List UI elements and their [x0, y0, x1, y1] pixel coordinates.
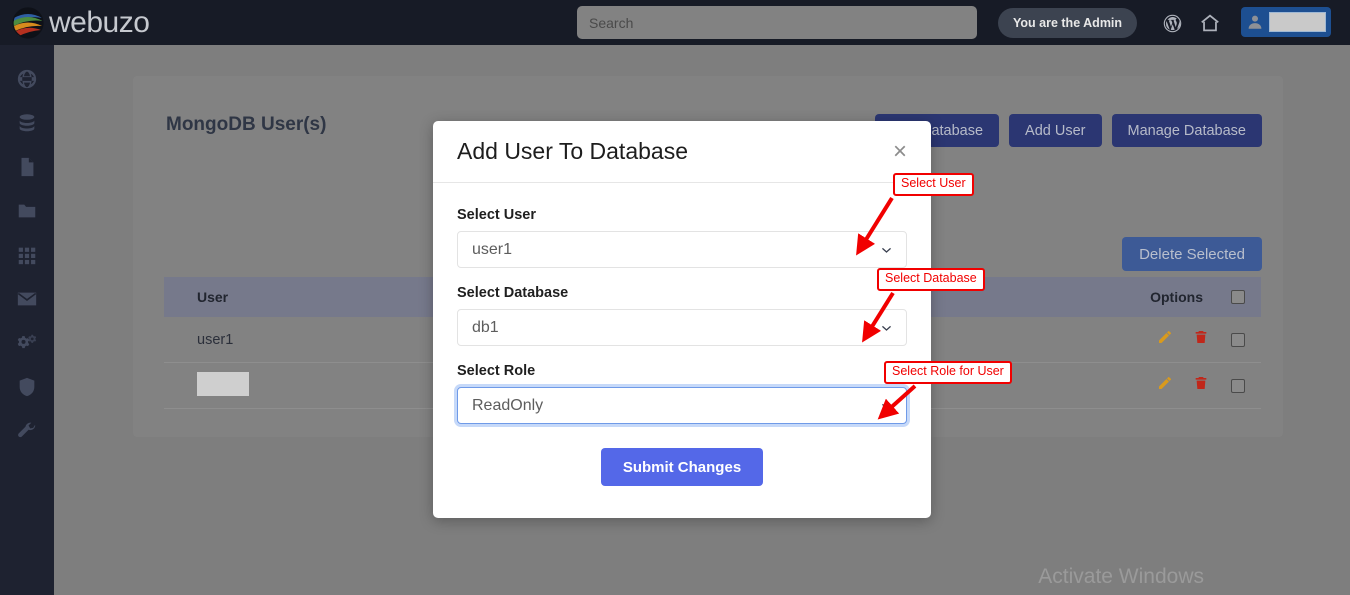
sidebar-item-email[interactable] [0, 277, 54, 321]
select-user-value: user1 [472, 241, 512, 259]
annotation-select-role: Select Role for User [884, 361, 1012, 384]
add-user-button[interactable]: Add User [1009, 114, 1101, 147]
trash-icon[interactable] [1193, 375, 1209, 396]
sidebar-item-databases[interactable] [0, 101, 54, 145]
select-user-label: Select User [457, 207, 907, 223]
column-header-options: Options [1055, 289, 1215, 305]
admin-badge: You are the Admin [998, 8, 1137, 38]
manage-database-button[interactable]: Manage Database [1112, 114, 1263, 147]
modal-footer: Submit Changes [457, 448, 907, 486]
select-role-dropdown[interactable]: ReadOnly [457, 387, 907, 424]
brand-logo[interactable]: webuzo [12, 6, 149, 40]
sidebar-item-files[interactable] [0, 145, 54, 189]
submit-changes-button[interactable]: Submit Changes [601, 448, 763, 486]
trash-icon[interactable] [1193, 329, 1209, 350]
select-user-dropdown[interactable]: user1 [457, 231, 907, 268]
user-name-redacted [1269, 12, 1326, 32]
row-options [1055, 329, 1215, 350]
select-database-dropdown[interactable]: db1 [457, 309, 907, 346]
modal-body: Select User user1 Select Database db1 Se… [433, 183, 931, 510]
delete-selected-button[interactable]: Delete Selected [1122, 237, 1262, 271]
row-checkbox[interactable] [1215, 379, 1261, 393]
admin-badge-label: You are the Admin [1013, 16, 1122, 30]
row-checkbox[interactable] [1215, 333, 1261, 347]
select-database-label: Select Database [457, 285, 907, 301]
sidebar-item-folders[interactable] [0, 189, 54, 233]
pencil-icon[interactable] [1157, 329, 1173, 350]
brand-name: webuzo [49, 6, 149, 40]
sidebar [0, 45, 54, 595]
select-role-value: ReadOnly [472, 397, 543, 415]
sidebar-item-apps[interactable] [0, 233, 54, 277]
user-account-button[interactable] [1241, 7, 1331, 37]
sidebar-item-domains[interactable] [0, 57, 54, 101]
modal-title: Add User To Database [457, 138, 688, 165]
wordpress-icon[interactable] [1158, 9, 1186, 37]
page-title: MongoDB User(s) [166, 114, 326, 136]
card-actions: Add Database Add User Manage Database [875, 114, 1262, 147]
search-input[interactable] [577, 6, 977, 39]
webuzo-globe-logo-icon [12, 7, 44, 39]
pencil-icon[interactable] [1157, 375, 1173, 396]
chevron-down-icon [880, 399, 893, 412]
sidebar-item-settings[interactable] [0, 321, 54, 365]
sidebar-item-security[interactable] [0, 365, 54, 409]
modal-header: Add User To Database × [433, 121, 931, 183]
person-icon [1246, 13, 1264, 31]
activate-windows-watermark: Activate Windows [1038, 565, 1204, 589]
chevron-down-icon [880, 243, 893, 256]
annotation-select-user: Select User [893, 173, 974, 196]
close-icon[interactable]: × [887, 139, 913, 165]
select-database-value: db1 [472, 319, 499, 337]
home-icon[interactable] [1196, 9, 1224, 37]
chevron-down-icon [880, 321, 893, 334]
sidebar-item-tools[interactable] [0, 409, 54, 453]
row-options [1055, 375, 1215, 396]
top-bar: webuzo You are the Admin [0, 0, 1350, 45]
select-all-checkbox[interactable] [1215, 290, 1261, 304]
add-user-to-database-modal: Add User To Database × Select User user1… [433, 121, 931, 518]
select-role-label: Select Role [457, 363, 907, 379]
annotation-select-database: Select Database [877, 268, 985, 291]
